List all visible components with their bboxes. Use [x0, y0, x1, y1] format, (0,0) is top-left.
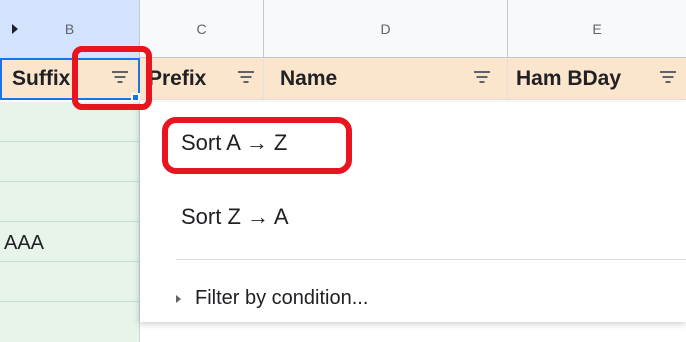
cell-b-row-4-value: AAA	[4, 232, 45, 254]
column-letter-c: C	[196, 21, 207, 37]
column-letter-b: B	[64, 21, 75, 37]
annotation-highlight-filter	[72, 46, 152, 110]
column-header-d[interactable]: D	[264, 0, 508, 58]
sort-z-to-a-item[interactable]: Sort Z → A	[181, 204, 289, 230]
filter-by-condition-item[interactable]: Filter by condition...	[176, 287, 368, 310]
cell-b-row-2[interactable]	[0, 142, 140, 182]
cell-b-row-4[interactable]: AAA	[0, 222, 140, 262]
cell-b-row-3[interactable]	[0, 182, 140, 222]
sort-z-to-a-label: Sort Z → A	[181, 204, 289, 229]
header-prefix-label: Prefix	[148, 67, 207, 90]
filter-icon[interactable]	[474, 70, 490, 84]
annotation-highlight-sort	[162, 117, 352, 174]
cell-b-row-5[interactable]	[0, 262, 140, 302]
cell-b-row-6[interactable]	[0, 302, 140, 342]
column-letter-d: D	[380, 21, 391, 37]
filter-by-condition-label: Filter by condition...	[195, 287, 369, 309]
header-suffix-label: Suffix	[12, 67, 71, 90]
filter-icon[interactable]	[238, 70, 254, 84]
header-name-label: Name	[280, 67, 338, 90]
menu-divider	[176, 259, 686, 260]
column-header-e[interactable]: E	[508, 0, 686, 58]
expand-arrow-icon[interactable]	[12, 24, 18, 34]
chevron-right-icon	[176, 294, 181, 303]
column-letter-e: E	[592, 21, 602, 37]
column-header-c[interactable]: C	[140, 0, 264, 58]
header-ham-bday-label: Ham BDay	[516, 67, 622, 90]
header-cell-name[interactable]: Name	[264, 58, 508, 100]
filter-icon[interactable]	[660, 70, 676, 84]
